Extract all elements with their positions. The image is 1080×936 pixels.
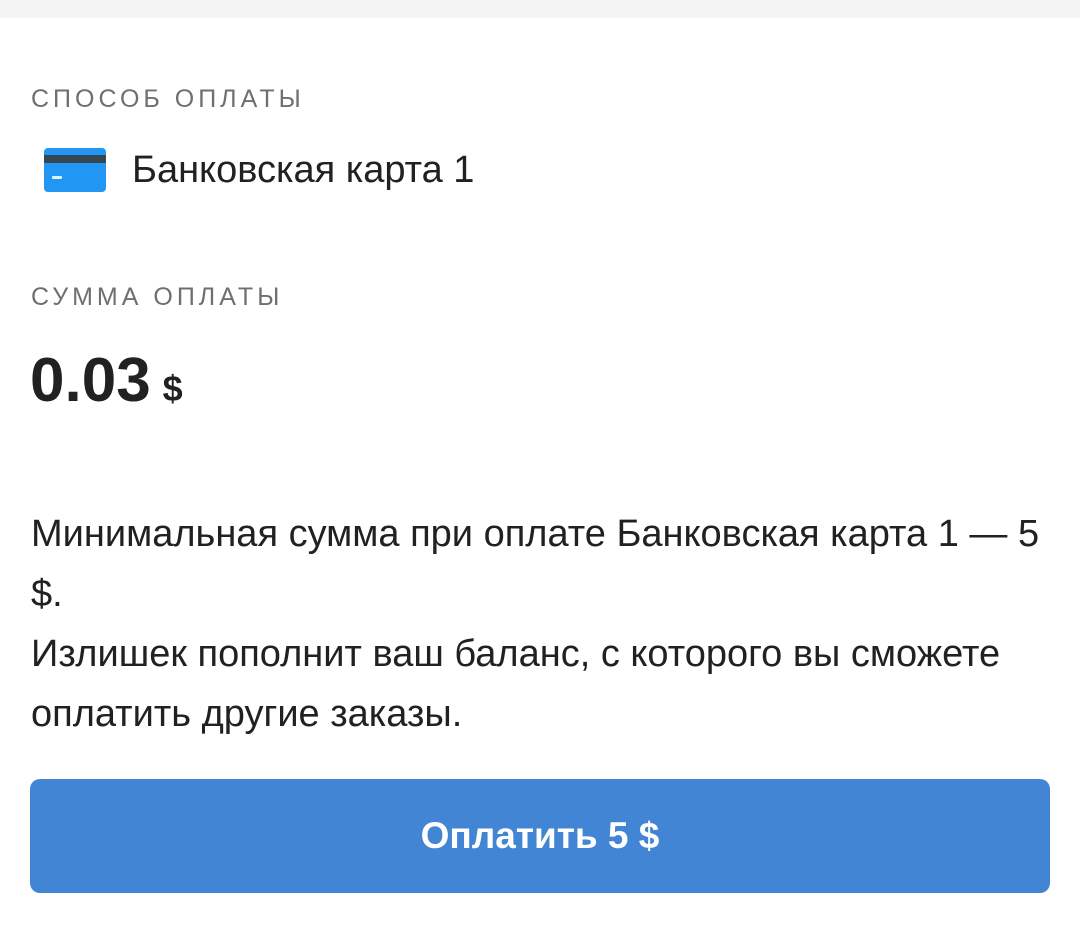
pay-button[interactable]: Оплатить 5 $ — [30, 779, 1050, 893]
payment-method-label: СПОСОБ ОПЛАТЫ — [31, 85, 305, 113]
amount-value: 0.03 — [30, 346, 151, 415]
payment-amount-label: СУММА ОПЛАТЫ — [31, 283, 284, 311]
amount-currency: $ — [162, 368, 183, 409]
payment-method-name: Банковская карта 1 — [132, 149, 475, 191]
top-divider — [0, 0, 1080, 18]
credit-card-icon — [44, 148, 106, 192]
payment-amount: 0.03 $ — [30, 350, 183, 412]
payment-method-row[interactable]: Банковская карта 1 — [44, 140, 474, 200]
payment-info: Минимальная сумма при оплате Банковская … — [31, 504, 1051, 744]
min-amount-text: Минимальная сумма при оплате Банковская … — [31, 513, 1040, 615]
surplus-text: Излишек пополнит ваш баланс, с которого … — [31, 633, 1001, 735]
